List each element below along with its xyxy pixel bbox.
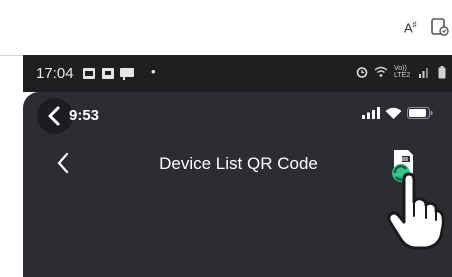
ios-time: 9:53 [69,107,100,124]
message-notification-icon [102,68,114,79]
ios-wifi-icon [385,107,402,119]
gallery-notification-icon [83,68,95,79]
ios-battery-icon [407,107,433,119]
wifi-icon [374,66,388,77]
android-status-bar: 17:04 • Vo)) LTE2 [23,55,452,92]
hand-pointer-icon [387,172,445,250]
ios-system-icons [362,107,433,119]
alarm-icon [356,67,368,78]
more-notifications-dot: • [151,64,156,79]
android-system-icons: Vo)) LTE2 [356,65,446,79]
chat-notification-icon [120,68,134,80]
browser-toolbar: A♯ [0,0,452,56]
navigation-bar: Device List QR Code [23,142,452,250]
battery-icon [438,65,446,78]
ios-signal-icon [362,107,380,119]
overlay-back-button[interactable] [37,98,73,134]
immersive-reader-icon[interactable] [430,17,450,37]
cell-signal-icon [419,68,428,78]
volte-indicator: Vo)) LTE2 [394,65,411,79]
ios-status-bar: 9:53 [23,92,452,136]
read-aloud-button[interactable]: A♯ [404,20,417,35]
app-screen: 9:53 Device List QR Code [23,92,452,277]
android-time: 17:04 [36,65,74,82]
chevron-left-icon [48,106,60,126]
